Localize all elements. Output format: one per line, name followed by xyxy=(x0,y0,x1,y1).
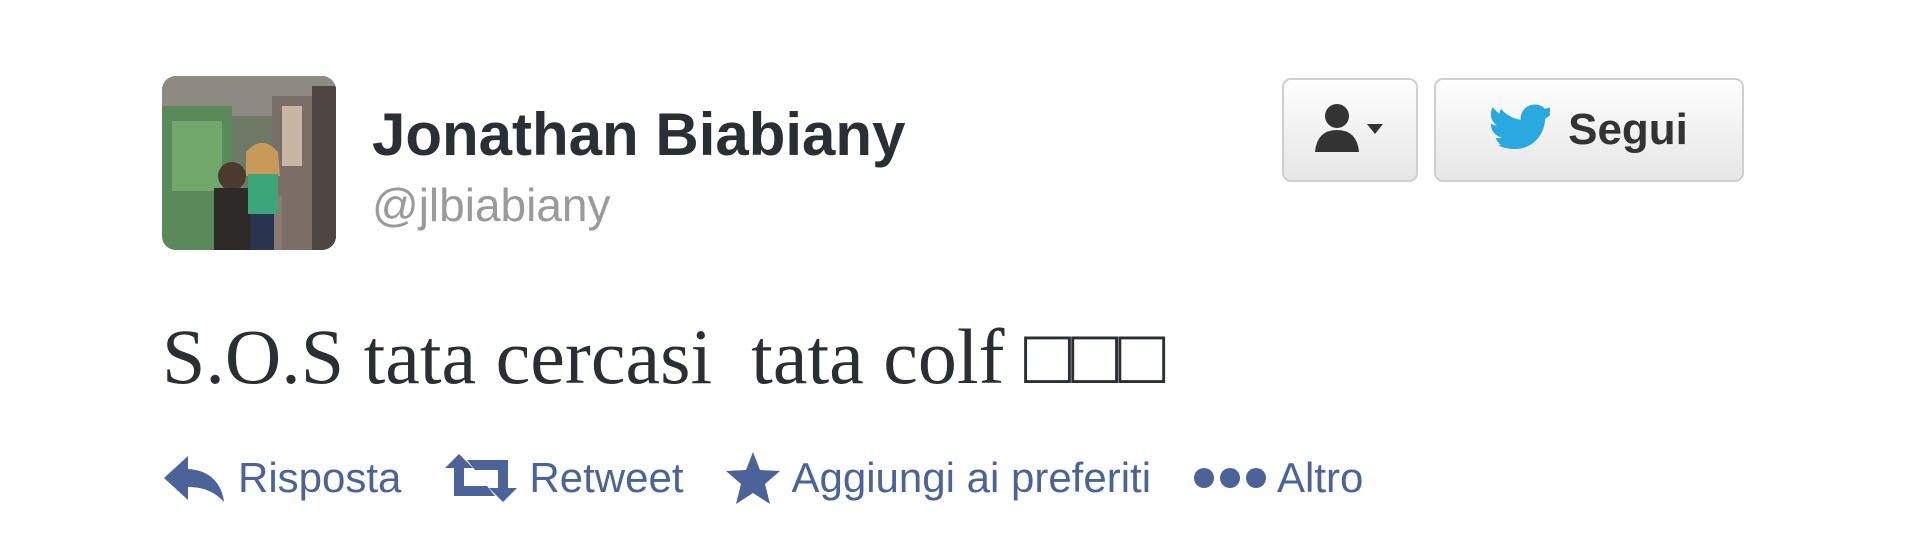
embedded-tweet: Jonathan Biabiany @jlbiabiany Segui S.O.… xyxy=(0,0,1920,549)
more-label: Altro xyxy=(1277,454,1364,501)
author-handle[interactable]: @jlbiabiany xyxy=(372,178,611,232)
retweet-icon xyxy=(443,452,519,504)
twitter-bird-icon xyxy=(1490,103,1557,158)
reply-icon xyxy=(162,452,228,504)
retweet-action[interactable]: Retweet xyxy=(443,452,683,504)
user-actions-button[interactable] xyxy=(1282,78,1418,182)
more-dots-icon xyxy=(1193,463,1267,493)
star-icon xyxy=(725,451,781,505)
avatar[interactable] xyxy=(162,76,336,250)
tweet-actions: Risposta Retweet Aggiungi ai preferiti A… xyxy=(162,448,1405,508)
user-dropdown-icon xyxy=(1313,102,1387,159)
favorite-label: Aggiungi ai preferiti xyxy=(791,454,1152,501)
reply-action[interactable]: Risposta xyxy=(162,452,401,504)
retweet-label: Retweet xyxy=(529,454,684,501)
follow-button[interactable]: Segui xyxy=(1434,78,1744,182)
author-name[interactable]: Jonathan Biabiany xyxy=(372,100,905,170)
reply-label: Risposta xyxy=(238,454,402,501)
tweet-text: S.O.S tata cercasi tata colf □□□ xyxy=(162,313,1166,400)
avatar-photo xyxy=(162,76,336,250)
follow-label: Segui xyxy=(1568,105,1688,154)
more-action[interactable]: Altro xyxy=(1193,454,1363,502)
favorite-action[interactable]: Aggiungi ai preferiti xyxy=(725,451,1151,505)
